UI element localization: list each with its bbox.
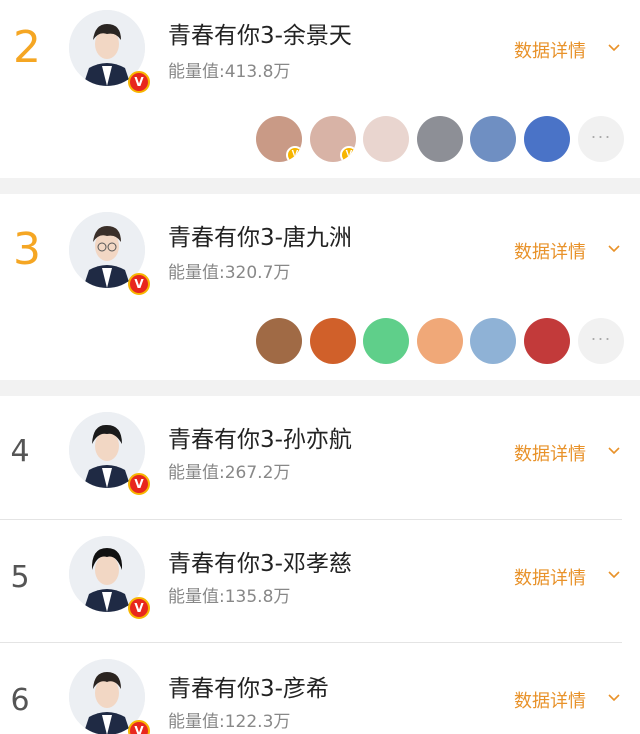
rank-number: 2 xyxy=(13,22,41,73)
verified-badge-icon: V xyxy=(128,273,150,295)
verified-badge-icon: V xyxy=(128,473,150,495)
data-detail-label: 数据详情 xyxy=(514,568,586,589)
verified-badge-icon: V xyxy=(128,71,150,93)
chevron-down-icon xyxy=(608,447,620,455)
verified-badge-icon: V xyxy=(128,597,150,619)
ranking-row[interactable]: 6 V 青春有你3-彦希 能量值:122.3万 数据详情 xyxy=(0,643,640,734)
star-name: 青春有你3-孙亦航 xyxy=(168,427,352,453)
fan-avatar[interactable] xyxy=(417,116,463,162)
data-detail-link[interactable]: 数据详情 xyxy=(514,687,626,713)
fan-avatar[interactable] xyxy=(417,318,463,364)
rank-number: 6 xyxy=(10,683,30,718)
rank-number: 3 xyxy=(13,224,41,275)
data-detail-label: 数据详情 xyxy=(514,242,586,263)
energy-value: 能量值:320.7万 xyxy=(168,263,291,283)
chevron-down-icon xyxy=(608,694,620,702)
fan-avatar[interactable] xyxy=(363,318,409,364)
ranking-list: 2 V 青春有你3-余景天 能量值:413.8万 数据详情 V V ··· 3 … xyxy=(0,0,640,734)
fan-avatar[interactable] xyxy=(470,116,516,162)
section-gap xyxy=(0,380,640,396)
data-detail-link[interactable]: 数据详情 xyxy=(514,238,626,264)
fan-avatars: ··· xyxy=(256,318,626,364)
chevron-down-icon xyxy=(608,571,620,579)
star-name: 青春有你3-余景天 xyxy=(168,23,352,49)
star-name: 青春有你3-彦希 xyxy=(168,676,329,702)
fan-avatars: V V ··· xyxy=(256,116,626,162)
data-detail-link[interactable]: 数据详情 xyxy=(514,564,626,590)
rank-number: 4 xyxy=(10,434,30,469)
fan-avatar[interactable] xyxy=(470,318,516,364)
fan-avatar[interactable] xyxy=(310,318,356,364)
energy-value: 能量值:135.8万 xyxy=(168,587,291,607)
fan-avatar[interactable] xyxy=(363,116,409,162)
ranking-row[interactable]: 2 V 青春有你3-余景天 能量值:413.8万 数据详情 V V ··· xyxy=(0,0,640,178)
fan-avatar[interactable] xyxy=(524,116,570,162)
fan-avatar[interactable]: V xyxy=(310,116,356,162)
star-name: 青春有你3-邓孝慈 xyxy=(168,551,352,577)
ranking-row[interactable]: 3 V 青春有你3-唐九洲 能量值:320.7万 数据详情 ··· xyxy=(0,194,640,380)
fan-verified-icon: V xyxy=(340,146,356,162)
data-detail-label: 数据详情 xyxy=(514,444,586,465)
section-gap xyxy=(0,178,640,194)
chevron-down-icon xyxy=(608,44,620,52)
energy-value: 能量值:267.2万 xyxy=(168,463,291,483)
more-fans-button[interactable]: ··· xyxy=(578,116,624,162)
verified-badge-icon: V xyxy=(128,720,150,734)
energy-value: 能量值:413.8万 xyxy=(168,62,291,82)
star-name: 青春有你3-唐九洲 xyxy=(168,225,352,251)
ranking-row[interactable]: 4 V 青春有你3-孙亦航 能量值:267.2万 数据详情 xyxy=(0,396,640,520)
energy-value: 能量值:122.3万 xyxy=(168,712,291,732)
fan-avatar[interactable] xyxy=(524,318,570,364)
data-detail-link[interactable]: 数据详情 xyxy=(514,440,626,466)
chevron-down-icon xyxy=(608,245,620,253)
fan-avatar[interactable] xyxy=(256,318,302,364)
data-detail-label: 数据详情 xyxy=(514,691,586,712)
fan-avatar[interactable]: V xyxy=(256,116,302,162)
rank-number: 5 xyxy=(10,560,30,595)
fan-verified-icon: V xyxy=(286,146,302,162)
data-detail-label: 数据详情 xyxy=(514,41,586,62)
ranking-row[interactable]: 5 V 青春有你3-邓孝慈 能量值:135.8万 数据详情 xyxy=(0,520,640,642)
data-detail-link[interactable]: 数据详情 xyxy=(514,37,626,63)
more-fans-button[interactable]: ··· xyxy=(578,318,624,364)
